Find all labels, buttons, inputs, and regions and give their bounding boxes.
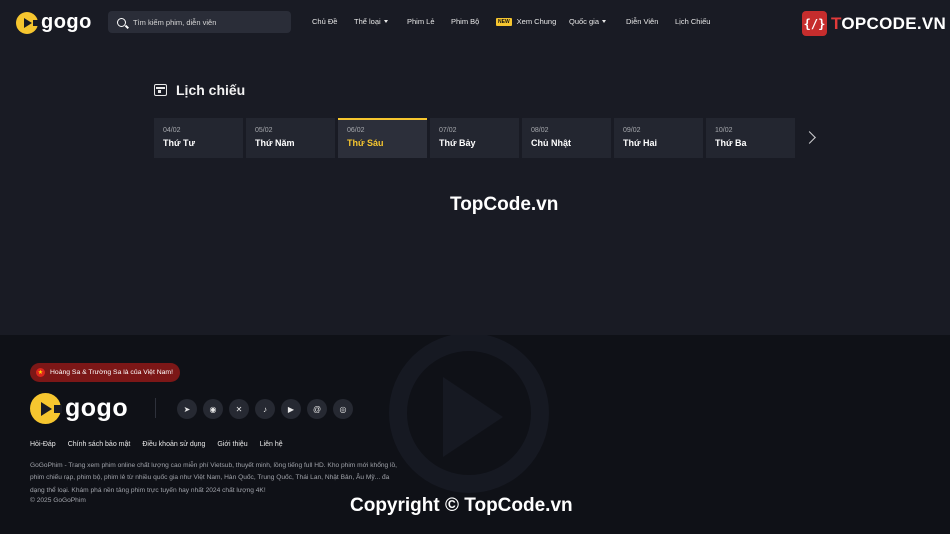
nav-phim-le[interactable]: Phim Lẻ [407, 17, 435, 26]
day-name: Thứ Ba [715, 138, 747, 148]
nav-quoc-gia[interactable]: Quốc gia [569, 17, 607, 26]
nav-label: Diễn Viên [626, 17, 659, 26]
day-name: Thứ Năm [255, 138, 295, 148]
logo-text: gogo [41, 11, 92, 33]
footer-logo[interactable]: gogo [30, 393, 128, 424]
sovereignty-badge: ★ Hoàng Sa & Trường Sa là của Việt Nam! [30, 363, 180, 382]
nav-the-loai[interactable]: Thể loại [354, 17, 388, 26]
day-name: Chủ Nhật [531, 138, 571, 148]
nav-xem-chung[interactable]: NEW Xem Chung [496, 17, 556, 26]
code-brackets-icon: {/} [802, 11, 827, 36]
day-date: 04/02 [163, 127, 181, 134]
day-date: 05/02 [255, 127, 273, 134]
day-tab[interactable]: 10/02 Thứ Ba [706, 118, 795, 158]
logo-play-icon [30, 393, 62, 424]
day-date: 06/02 [347, 127, 365, 134]
day-name: Thứ Sáu [347, 138, 384, 148]
copyright-watermark: Copyright © TopCode.vn [350, 495, 573, 516]
site-logo[interactable]: gogo [16, 11, 92, 34]
youtube-icon[interactable]: ▶ [281, 399, 301, 419]
center-watermark: TopCode.vn [450, 194, 559, 215]
chevron-right-icon[interactable] [804, 130, 816, 146]
nav-label: Quốc gia [569, 17, 600, 26]
schedule-heading: Lịch chiếu [154, 82, 245, 98]
day-name: Thứ Hai [623, 138, 658, 148]
nav-dien-vien[interactable]: Diễn Viên [626, 17, 658, 26]
day-date: 09/02 [623, 127, 641, 134]
site-header: gogo Chủ Đề Thể loại Phim Lẻ Phim Bộ NEW… [0, 0, 950, 44]
day-date: 08/02 [531, 127, 549, 134]
nav-label: Chủ Đề [312, 17, 338, 26]
nav-label: Phim Lẻ [407, 17, 435, 26]
day-tab[interactable]: 07/02 Thứ Bảy [430, 118, 519, 158]
instagram-icon[interactable]: ◎ [333, 399, 353, 419]
day-name: Thứ Bảy [439, 138, 476, 148]
search-box[interactable] [108, 11, 291, 33]
nav-label: Thể loại [354, 17, 381, 26]
threads-icon[interactable]: @ [307, 399, 327, 419]
footer-link-about[interactable]: Giới thiệu [217, 441, 247, 448]
social-links: ➤ ◉ ✕ ♪ ▶ @ ◎ [177, 399, 353, 419]
x-icon[interactable]: ✕ [229, 399, 249, 419]
day-tab[interactable]: 09/02 Thứ Hai [614, 118, 703, 158]
page-title: Lịch chiếu [176, 82, 246, 98]
footer-links: Hỏi-Đáp Chính sách bảo mật Điều khoản sử… [30, 441, 283, 448]
new-badge: NEW [496, 17, 512, 26]
topcode-watermark-logo: {/} TOPCODE.VN [802, 10, 946, 37]
footer-link-terms[interactable]: Điều khoản sử dụng [142, 441, 205, 448]
telegram-icon[interactable]: ➤ [177, 399, 197, 419]
nav-lich-chieu[interactable]: Lịch Chiếu [675, 17, 710, 26]
divider [155, 398, 156, 418]
vietnam-flag-icon: ★ [36, 368, 45, 377]
footer-link-privacy[interactable]: Chính sách bảo mật [68, 441, 131, 448]
nav-chu-de[interactable]: Chủ Đề [312, 17, 337, 26]
nav-phim-bo[interactable]: Phim Bộ [451, 17, 479, 26]
nav-label: Phim Bộ [451, 17, 480, 26]
day-tab-active[interactable]: 06/02 Thứ Sáu [338, 118, 427, 158]
day-date: 07/02 [439, 127, 457, 134]
day-tab[interactable]: 08/02 Chủ Nhật [522, 118, 611, 158]
discord-icon[interactable]: ◉ [203, 399, 223, 419]
caret-down-icon [602, 20, 607, 23]
footer-copyright: © 2025 GoGoPhim [30, 497, 86, 504]
caret-down-icon [383, 20, 388, 23]
search-input[interactable] [133, 17, 283, 27]
logo-text: gogo [65, 394, 129, 422]
topcode-logo-text: TOPCODE.VN [831, 13, 947, 33]
nav-label: Xem Chung [516, 17, 557, 26]
site-footer: ★ Hoàng Sa & Trường Sa là của Việt Nam! … [0, 335, 950, 534]
footer-description: GoGoPhim - Trang xem phim online chất lư… [30, 462, 397, 494]
day-date: 10/02 [715, 127, 733, 134]
tiktok-icon[interactable]: ♪ [255, 399, 275, 419]
footer-link-faq[interactable]: Hỏi-Đáp [30, 441, 56, 448]
logo-play-icon [16, 11, 39, 34]
day-name: Thứ Tư [163, 138, 196, 148]
footer-link-contact[interactable]: Liên hệ [260, 441, 283, 448]
day-tabs: 04/02 Thứ Tư 05/02 Thứ Năm 06/02 Thứ Sáu… [154, 118, 795, 158]
nav-label: Lịch Chiếu [675, 17, 711, 26]
search-icon [117, 17, 126, 27]
background-play-logo-icon [389, 335, 549, 493]
day-tab[interactable]: 05/02 Thứ Năm [246, 118, 335, 158]
calendar-icon [154, 84, 167, 96]
badge-text: Hoàng Sa & Trường Sa là của Việt Nam! [50, 369, 173, 376]
day-tab[interactable]: 04/02 Thứ Tư [154, 118, 243, 158]
